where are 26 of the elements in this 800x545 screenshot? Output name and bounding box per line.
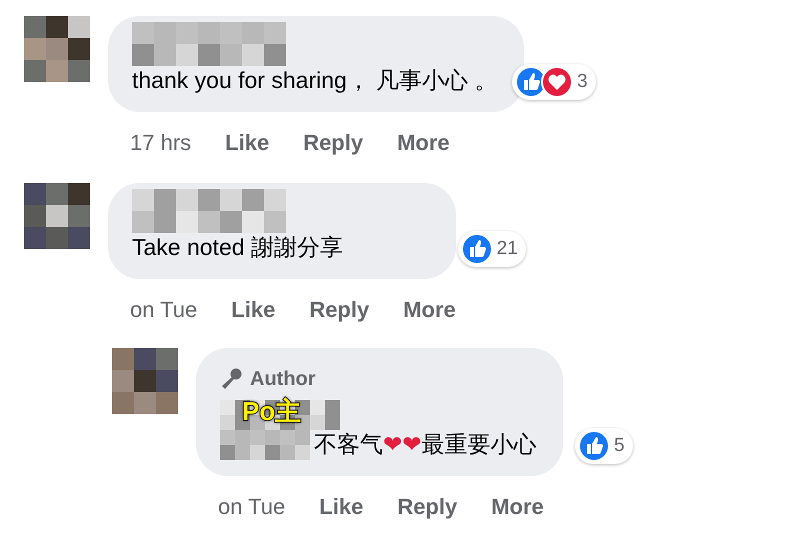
comment-text: thank you for sharing， 凡事小心 。 [132, 66, 498, 95]
action-link[interactable]: Like [225, 126, 270, 159]
action-link[interactable]: Reply [309, 292, 370, 326]
pixelated-avatar [112, 348, 178, 414]
comment-text: Take noted 謝謝分享 [132, 232, 344, 262]
action-link[interactable]: Reply [303, 126, 364, 159]
action-link[interactable]: Like [319, 490, 364, 523]
reaction-badge[interactable]: 3 [512, 64, 596, 100]
microphone-icon [220, 366, 244, 391]
comment-time[interactable]: on Tue [130, 292, 198, 326]
pixelated-avatar [24, 16, 90, 82]
comment-text: 不客气❤❤最重要小心 [314, 430, 537, 459]
like-icon [460, 232, 493, 265]
reaction-badge[interactable]: 5 [574, 428, 633, 464]
comment-time[interactable]: 17 hrs [130, 126, 192, 159]
action-link[interactable]: More [397, 126, 450, 159]
action-link[interactable]: More [403, 292, 456, 326]
pixelated-avatar [24, 182, 90, 249]
like-icon [578, 430, 610, 462]
reaction-badge[interactable]: 21 [458, 230, 526, 267]
action-link[interactable]: Reply [397, 490, 458, 523]
action-link[interactable]: More [491, 490, 544, 523]
action-link[interactable]: Like [231, 292, 276, 326]
sticker-label: Po主 [242, 398, 302, 424]
author-label: Author [250, 366, 316, 392]
comment-time[interactable]: on Tue [218, 490, 286, 523]
